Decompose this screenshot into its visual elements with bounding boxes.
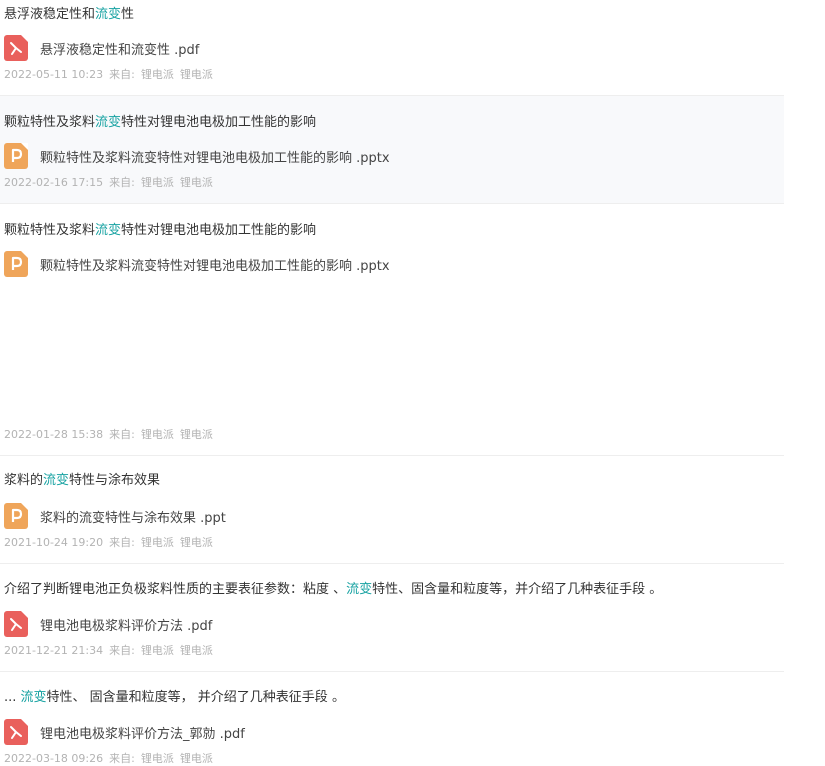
author-link[interactable]: 锂电派 — [180, 536, 213, 549]
keyword-highlight: 流变 — [20, 690, 47, 705]
keyword-highlight: 流变 — [95, 115, 122, 130]
result-date: 2022-02-16 17:15 — [4, 176, 104, 189]
result-date: 2022-05-11 10:23 — [4, 68, 104, 81]
file-name: 锂电池电极浆料评价方法 .pdf — [40, 618, 213, 634]
source-link[interactable]: 锂电派 — [141, 536, 174, 549]
result-meta: 2022-05-11 10:23 来自: 锂电派 锂电派 — [4, 68, 219, 82]
result-item: ... 流变特性、 固含量和粒度等， 并介绍了几种表征手段 。 锂电池电极浆料评… — [0, 672, 784, 766]
file-attachment[interactable]: 浆料的流变特性与涂布效果 .ppt — [4, 503, 226, 529]
result-meta: 2021-10-24 19:20 来自: 锂电派 锂电派 — [4, 536, 219, 550]
author-link[interactable]: 锂电派 — [180, 644, 213, 657]
title-text: 特性、固含量和粒度等，并介绍了几种表征手段 。 — [372, 582, 663, 597]
file-attachment[interactable]: 颗粒特性及浆料流变特性对锂电池电极加工性能的影响 .pptx — [4, 143, 390, 169]
title-text: 特性对锂电池电极加工性能的影响 — [121, 223, 317, 238]
title-text: ... — [4, 690, 21, 705]
result-title[interactable]: 介绍了判断锂电池正负极浆料性质的主要表征参数：粘度 、流变特性、固含量和粒度等，… — [4, 581, 662, 599]
file-attachment[interactable]: 悬浮液稳定性和流变性 .pdf — [4, 35, 199, 61]
title-text: 特性对锂电池电极加工性能的影响 — [121, 115, 317, 130]
result-title[interactable]: 颗粒特性及浆料流变特性对锂电池电极加工性能的影响 — [4, 114, 316, 132]
file-attachment[interactable]: 颗粒特性及浆料流变特性对锂电池电极加工性能的影响 .pptx — [4, 251, 390, 277]
source-label: 来自: — [109, 644, 135, 657]
ppt-file-icon — [4, 251, 28, 277]
result-item: 介绍了判断锂电池正负极浆料性质的主要表征参数：粘度 、流变特性、固含量和粒度等，… — [0, 564, 784, 671]
keyword-highlight: 流变 — [95, 7, 122, 22]
file-name: 颗粒特性及浆料流变特性对锂电池电极加工性能的影响 .pptx — [40, 150, 390, 166]
title-text: 颗粒特性及浆料 — [4, 115, 96, 130]
author-link[interactable]: 锂电派 — [180, 176, 213, 189]
source-label: 来自: — [109, 536, 135, 549]
file-name: 浆料的流变特性与涂布效果 .ppt — [40, 510, 226, 526]
result-date: 2021-12-21 21:34 — [4, 644, 104, 657]
keyword-highlight: 流变 — [95, 223, 122, 238]
result-date: 2022-01-28 15:38 — [4, 428, 104, 441]
file-attachment[interactable]: 锂电池电极浆料评价方法_郭勍 .pdf — [4, 719, 245, 745]
result-meta: 2021-12-21 21:34 来自: 锂电派 锂电派 — [4, 644, 219, 658]
source-link[interactable]: 锂电派 — [141, 428, 174, 441]
result-item: 颗粒特性及浆料流变特性对锂电池电极加工性能的影响 颗粒特性及浆料流变特性对锂电池… — [0, 96, 784, 203]
ppt-file-icon — [4, 143, 28, 169]
file-name: 颗粒特性及浆料流变特性对锂电池电极加工性能的影响 .pptx — [40, 258, 390, 274]
title-text: 介绍了判断锂电池正负极浆料性质的主要表征参数：粘度 、 — [4, 582, 347, 597]
result-meta: 2022-01-28 15:38 来自: 锂电派 锂电派 — [4, 428, 219, 442]
source-label: 来自: — [109, 68, 135, 81]
ppt-file-icon — [4, 503, 28, 529]
source-link[interactable]: 锂电派 — [141, 752, 174, 765]
result-date: 2021-10-24 19:20 — [4, 536, 104, 549]
author-link[interactable]: 锂电派 — [180, 428, 213, 441]
result-title[interactable]: 颗粒特性及浆料流变特性对锂电池电极加工性能的影响 — [4, 222, 316, 240]
file-attachment[interactable]: 锂电池电极浆料评价方法 .pdf — [4, 611, 212, 637]
file-name: 锂电池电极浆料评价方法_郭勍 .pdf — [40, 726, 245, 742]
title-text: 特性与涂布效果 — [69, 473, 161, 488]
result-meta: 2022-02-16 17:15 来自: 锂电派 锂电派 — [4, 176, 219, 190]
result-title[interactable]: ... 流变特性、 固含量和粒度等， 并介绍了几种表征手段 。 — [4, 689, 345, 707]
source-link[interactable]: 锂电派 — [141, 644, 174, 657]
author-link[interactable]: 锂电派 — [180, 752, 213, 765]
source-label: 来自: — [109, 428, 135, 441]
source-link[interactable]: 锂电派 — [141, 176, 174, 189]
pdf-file-icon — [4, 611, 28, 637]
source-label: 来自: — [109, 176, 135, 189]
pdf-file-icon — [4, 719, 28, 745]
pdf-file-icon — [4, 35, 28, 61]
title-text: 颗粒特性及浆料 — [4, 223, 96, 238]
file-name: 悬浮液稳定性和流变性 .pdf — [40, 42, 200, 58]
keyword-highlight: 流变 — [346, 582, 373, 597]
result-item: 悬浮液稳定性和流变性 悬浮液稳定性和流变性 .pdf 2022-05-11 10… — [0, 0, 784, 95]
source-link[interactable]: 锂电派 — [141, 68, 174, 81]
title-text: 浆料的 — [4, 473, 44, 488]
result-item: 颗粒特性及浆料流变特性对锂电池电极加工性能的影响 颗粒特性及浆料流变特性对锂电池… — [0, 204, 784, 455]
result-date: 2022-03-18 09:26 — [4, 752, 104, 765]
title-text: 特性、 固含量和粒度等， 并介绍了几种表征手段 。 — [46, 690, 345, 705]
keyword-highlight: 流变 — [43, 473, 70, 488]
result-item: 浆料的流变特性与涂布效果 浆料的流变特性与涂布效果 .ppt 2021-10-2… — [0, 456, 784, 563]
title-text: 悬浮液稳定性和 — [4, 7, 96, 22]
author-link[interactable]: 锂电派 — [180, 68, 213, 81]
title-text: 性 — [121, 7, 135, 22]
result-title[interactable]: 浆料的流变特性与涂布效果 — [4, 472, 160, 490]
result-meta: 2022-03-18 09:26 来自: 锂电派 锂电派 — [4, 752, 219, 766]
source-label: 来自: — [109, 752, 135, 765]
result-title[interactable]: 悬浮液稳定性和流变性 — [4, 6, 134, 24]
